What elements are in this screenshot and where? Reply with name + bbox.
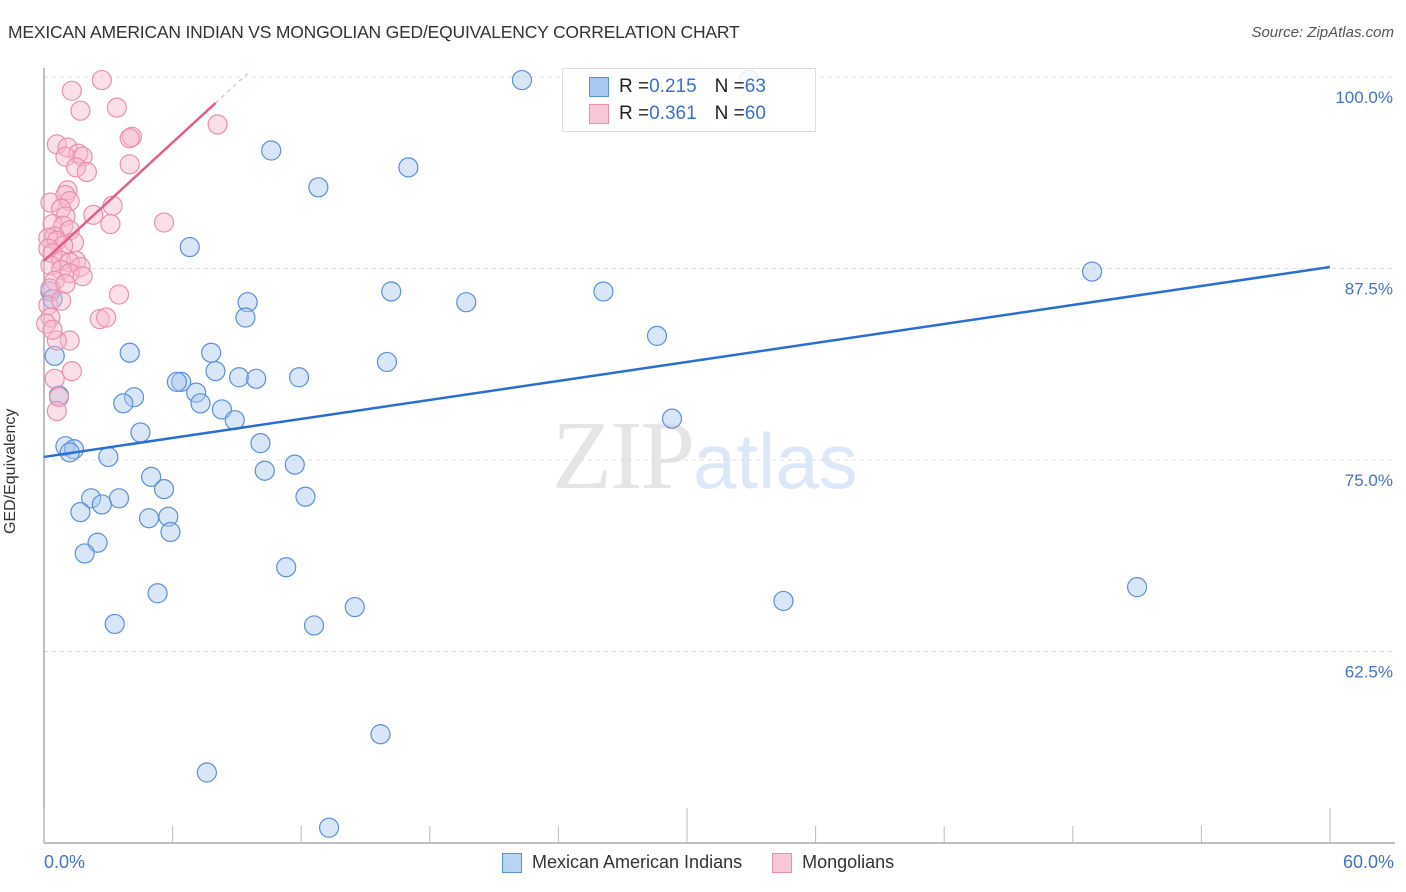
legend-label: Mexican American Indians bbox=[532, 852, 743, 872]
gridlines bbox=[44, 76, 1395, 652]
data-point bbox=[76, 161, 97, 183]
n-value: 60 bbox=[744, 103, 766, 124]
data-point bbox=[196, 762, 217, 783]
data-point bbox=[104, 613, 125, 635]
r-label: R = bbox=[619, 103, 650, 124]
stats-legend: R = 0.215 N = 63 R = 0.361 N = 60 bbox=[562, 68, 816, 132]
data-point bbox=[61, 80, 82, 101]
data-point bbox=[61, 361, 82, 382]
data-point bbox=[276, 557, 297, 578]
data-point bbox=[100, 213, 121, 235]
data-point bbox=[376, 351, 398, 373]
data-point bbox=[44, 368, 65, 389]
data-point bbox=[398, 157, 419, 178]
data-point bbox=[381, 281, 402, 302]
x-tick-label-min: 0.0% bbox=[44, 852, 86, 872]
y-tick-label: 87.5% bbox=[1345, 280, 1393, 299]
data-point bbox=[201, 342, 222, 363]
legend-item-mongolians[interactable]: Mongolians bbox=[772, 852, 894, 873]
x-tick-label-max: 60.0% bbox=[1342, 852, 1394, 872]
legend-item-mexican-american-indians[interactable]: Mexican American Indians bbox=[502, 852, 742, 873]
data-point bbox=[108, 284, 130, 305]
data-point bbox=[55, 273, 76, 294]
data-point bbox=[1126, 577, 1148, 598]
data-point bbox=[308, 177, 329, 198]
data-point bbox=[661, 408, 683, 429]
blue-swatch-icon bbox=[502, 852, 522, 873]
series-legend: Mexican American Indians Mongolians bbox=[502, 852, 924, 873]
data-point bbox=[113, 393, 134, 414]
data-point bbox=[235, 307, 256, 328]
y-tick-label: 100.0% bbox=[1335, 88, 1393, 107]
data-point bbox=[46, 400, 67, 422]
trend-line-mexican-american-indians bbox=[43, 265, 1331, 459]
data-point bbox=[138, 508, 160, 529]
y-tick-label: 62.5% bbox=[1345, 663, 1393, 682]
data-point bbox=[98, 446, 119, 468]
data-point bbox=[261, 140, 282, 161]
r-label: R = bbox=[619, 76, 650, 97]
data-point bbox=[42, 319, 63, 340]
data-point bbox=[166, 371, 187, 392]
data-point bbox=[190, 393, 211, 414]
n-value: 63 bbox=[744, 76, 766, 97]
n-label: N = bbox=[714, 103, 745, 124]
data-point bbox=[96, 307, 117, 328]
pink-swatch-icon bbox=[589, 104, 609, 124]
legend-label: Mongolians bbox=[802, 852, 895, 872]
data-point bbox=[370, 724, 391, 745]
data-point bbox=[295, 486, 316, 507]
data-point bbox=[207, 114, 228, 135]
data-point bbox=[254, 460, 275, 481]
data-point bbox=[303, 615, 325, 636]
legend-row-pink: R = 0.361 N = 60 bbox=[589, 102, 766, 126]
data-point bbox=[511, 69, 533, 91]
n-label: N = bbox=[714, 76, 745, 97]
data-point bbox=[246, 368, 267, 389]
data-point bbox=[72, 266, 93, 287]
r-value: 0.361 bbox=[649, 103, 697, 124]
data-point bbox=[1081, 261, 1103, 282]
data-point bbox=[91, 494, 112, 515]
legend-row-blue: R = 0.215 N = 63 bbox=[589, 75, 766, 99]
data-point bbox=[130, 422, 151, 443]
data-point bbox=[288, 367, 310, 388]
data-point bbox=[344, 596, 365, 618]
data-point bbox=[119, 128, 140, 149]
data-point bbox=[106, 97, 127, 118]
data-point bbox=[119, 342, 140, 363]
data-point bbox=[119, 154, 140, 175]
scatter-plot: 100.0% 87.5% 75.0% 62.5% bbox=[36, 68, 1395, 844]
data-point bbox=[70, 501, 91, 523]
trend-line-extension bbox=[215, 73, 249, 104]
y-tick-label: 75.0% bbox=[1345, 471, 1393, 490]
data-point bbox=[91, 69, 112, 91]
data-point bbox=[179, 236, 200, 258]
data-point bbox=[205, 361, 226, 382]
pink-swatch-icon bbox=[772, 852, 793, 873]
data-point bbox=[646, 325, 668, 347]
data-point bbox=[108, 488, 130, 509]
data-point bbox=[250, 433, 271, 454]
data-point bbox=[70, 100, 91, 121]
data-point bbox=[228, 367, 250, 388]
data-point bbox=[456, 292, 477, 313]
r-value: 0.215 bbox=[649, 76, 697, 97]
series-mexican-american-indians bbox=[40, 69, 1148, 838]
data-point bbox=[153, 479, 175, 500]
data-point bbox=[147, 583, 168, 604]
data-point bbox=[318, 817, 340, 838]
data-point bbox=[593, 281, 614, 302]
axes bbox=[43, 68, 1395, 844]
y-tick-labels: 100.0% 87.5% 75.0% 62.5% bbox=[1335, 88, 1393, 682]
data-point bbox=[773, 590, 794, 612]
data-point bbox=[153, 212, 175, 233]
data-point bbox=[160, 521, 181, 543]
data-point bbox=[284, 454, 305, 475]
data-point bbox=[74, 543, 95, 564]
data-point bbox=[51, 290, 72, 311]
blue-swatch-icon bbox=[589, 77, 609, 97]
